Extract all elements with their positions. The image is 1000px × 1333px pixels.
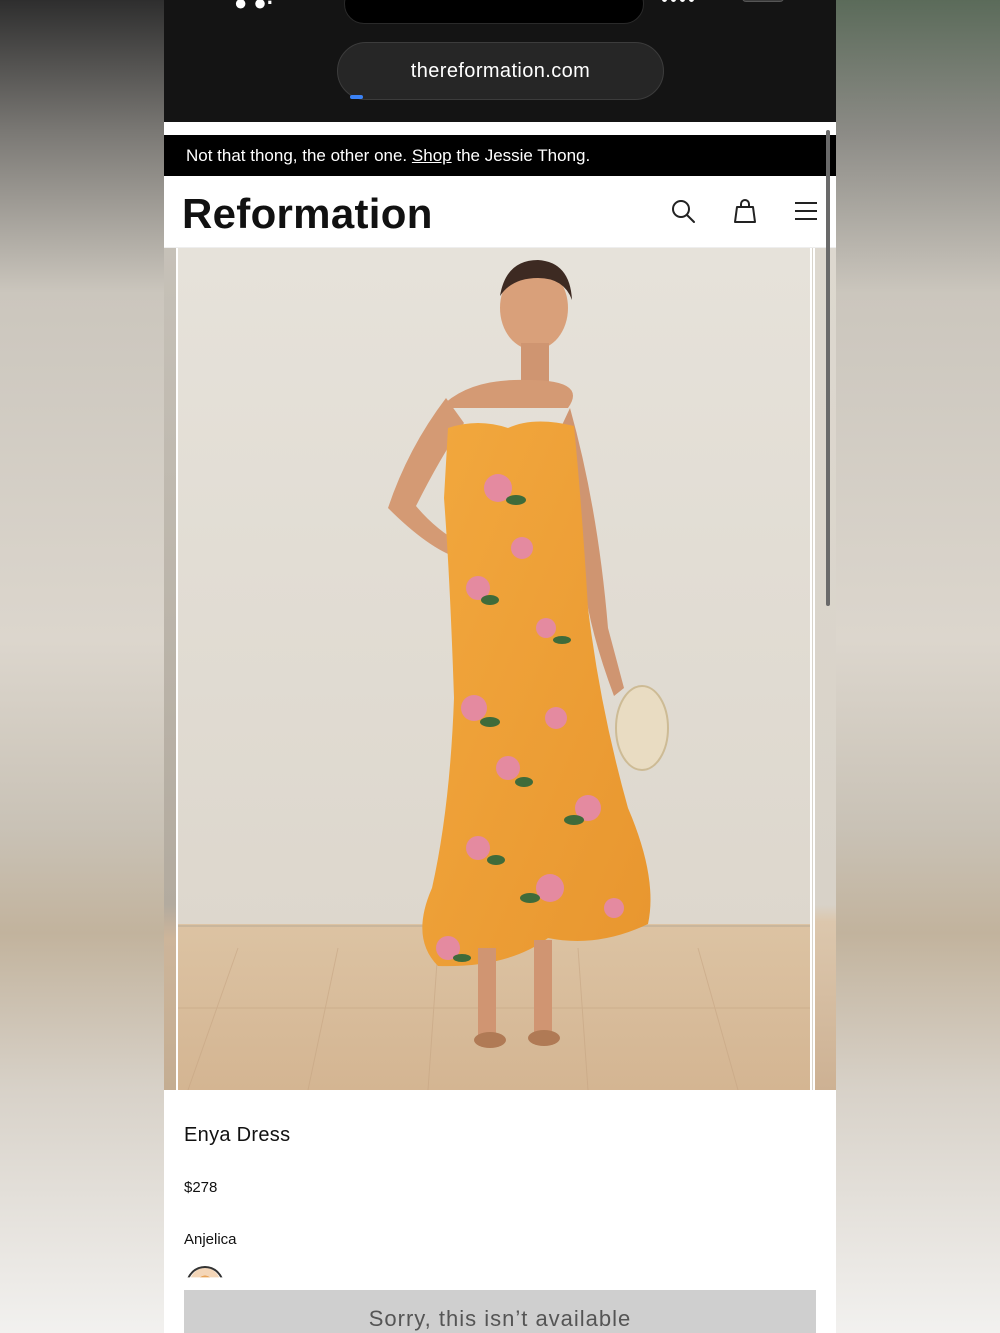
shopping-bag-icon[interactable] xyxy=(732,198,758,224)
previous-image-peek[interactable] xyxy=(164,248,176,1090)
page-top-gap xyxy=(164,122,836,135)
promo-shop-link[interactable]: Shop xyxy=(412,146,452,166)
phone-screen: ● ●· thereformation.com Not that thong, … xyxy=(164,0,836,1333)
browser-chrome: ● ●· thereformation.com xyxy=(164,0,836,122)
product-price: $278 xyxy=(184,1179,218,1196)
battery-icon xyxy=(742,0,784,2)
signal-icon xyxy=(662,0,694,2)
model-photo xyxy=(178,248,810,1090)
page-load-progress xyxy=(350,95,363,99)
product-image[interactable] xyxy=(176,248,812,1090)
promo-text-after: the Jessie Thong. xyxy=(456,145,591,165)
product-title: Enya Dress xyxy=(184,1124,291,1146)
menu-icon[interactable] xyxy=(793,198,819,224)
url-text: thereformation.com xyxy=(410,59,591,82)
promo-banner: Not that thong, the other one. Shop the … xyxy=(164,135,836,176)
blurred-backdrop-left xyxy=(0,0,164,1333)
next-image-peek[interactable] xyxy=(813,248,836,1090)
selected-color-label: Anjelica xyxy=(184,1231,237,1248)
status-time: ● ●· xyxy=(234,0,275,15)
blurred-backdrop-right xyxy=(836,0,1000,1333)
scrollbar[interactable] xyxy=(826,130,830,606)
search-icon[interactable] xyxy=(670,198,696,224)
product-image-gallery[interactable] xyxy=(164,248,836,1090)
unavailable-button[interactable]: Sorry, this isn’t available xyxy=(184,1290,816,1333)
site-header: Reformation xyxy=(164,176,836,248)
promo-text-before: Not that thong, the other one. xyxy=(186,145,408,165)
address-bar[interactable]: thereformation.com xyxy=(337,42,664,100)
brand-logo[interactable]: Reformation xyxy=(182,190,433,238)
dynamic-island xyxy=(344,0,644,24)
